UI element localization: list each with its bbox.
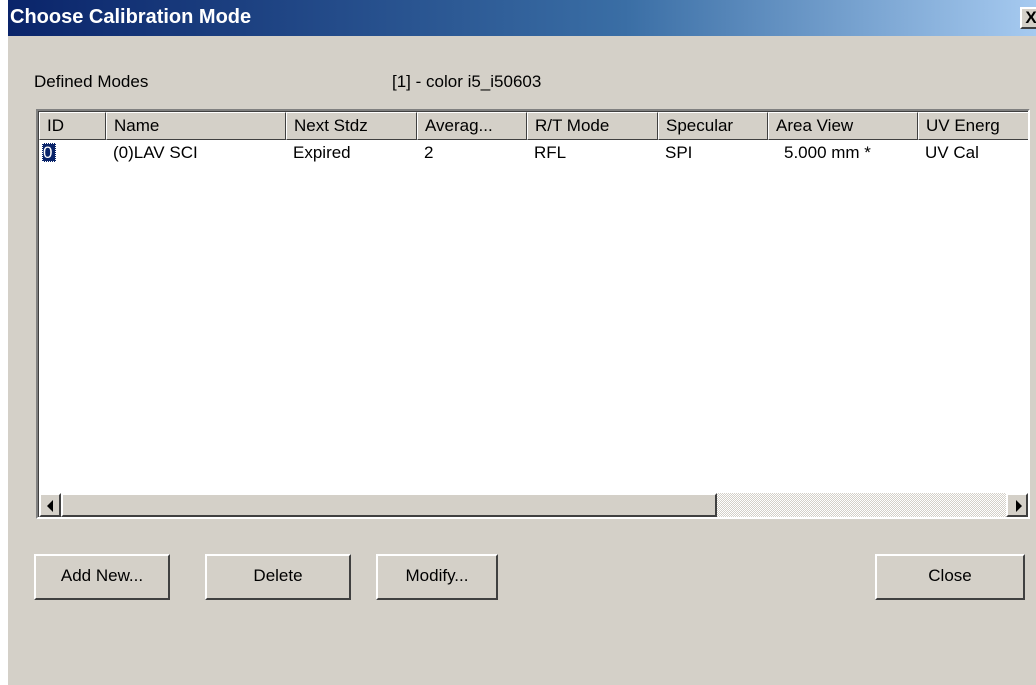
column-header-rt-mode[interactable]: R/T Mode — [527, 112, 658, 140]
cell-uv-energy: UV Cal — [925, 143, 979, 162]
add-new-button[interactable]: Add New... — [34, 554, 170, 600]
column-header-area-view[interactable]: Area View — [768, 112, 918, 140]
column-header-next-stdz[interactable]: Next Stdz — [286, 112, 417, 140]
arrow-right-icon — [1016, 500, 1022, 512]
scrollbar-thumb[interactable] — [61, 493, 717, 517]
cell-specular: SPI — [665, 143, 693, 162]
close-window-button[interactable]: X — [1020, 7, 1036, 29]
cell-area-view: 5.000 mm * — [784, 143, 871, 162]
cell-next-stdz: Expired — [293, 143, 351, 162]
scroll-right-button[interactable] — [1006, 493, 1028, 517]
column-header-average[interactable]: Averag... — [417, 112, 527, 140]
cell-id: 0 — [39, 141, 106, 165]
horizontal-scrollbar[interactable] — [39, 493, 1028, 517]
cell-average: 2 — [424, 143, 434, 162]
close-button[interactable]: Close — [875, 554, 1025, 600]
arrow-left-icon — [47, 500, 53, 512]
column-header-id[interactable]: ID — [39, 112, 106, 140]
cell-name: (0)LAV SCI — [113, 143, 198, 162]
modes-list[interactable]: ID Name Next Stdz Averag... R/T Mode Spe… — [36, 109, 1030, 519]
instrument-label: [1] - color i5_i50603 — [392, 72, 542, 91]
scroll-left-button[interactable] — [39, 493, 61, 517]
close-icon: X — [1025, 8, 1036, 27]
window-title: Choose Calibration Mode — [10, 6, 252, 28]
table-row[interactable]: 0 (0)LAV SCI Expired 2 RFL SPI 5.000 mm … — [39, 141, 1028, 165]
column-header-specular[interactable]: Specular — [658, 112, 768, 140]
column-header-name[interactable]: Name — [106, 112, 286, 140]
calibration-mode-dialog: Choose Calibration Mode X Defined Modes … — [8, 0, 1036, 685]
modify-button[interactable]: Modify... — [376, 554, 498, 600]
column-header-uv-energy[interactable]: UV Energ — [918, 112, 1028, 140]
delete-button[interactable]: Delete — [205, 554, 351, 600]
title-bar[interactable]: Choose Calibration Mode X — [8, 0, 1036, 36]
list-header: ID Name Next Stdz Averag... R/T Mode Spe… — [39, 112, 1028, 140]
defined-modes-label: Defined Modes — [34, 72, 149, 91]
cell-rt-mode: RFL — [534, 143, 567, 162]
